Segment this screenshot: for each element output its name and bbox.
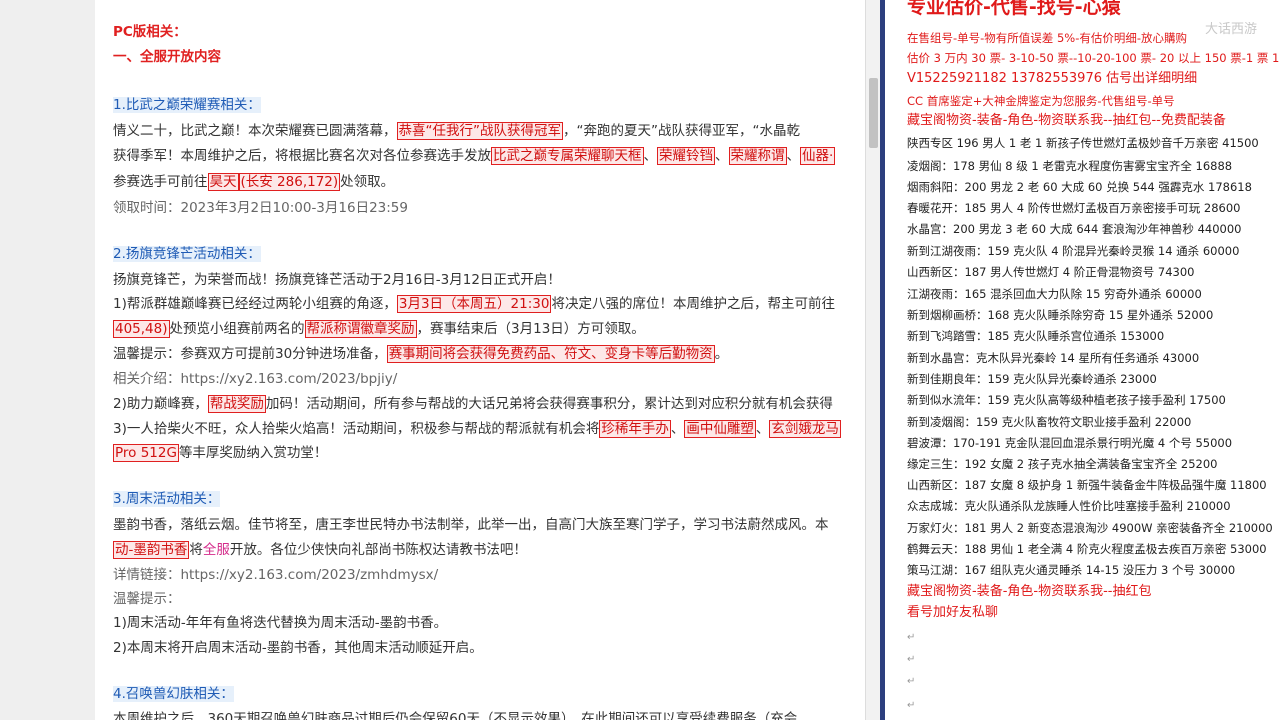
section-2-line-6: 2)助力巅峰赛， 帮战奖励 加码！活动期间，所有参与帮战的大话兄弟将会获得赛事积分，…	[113, 395, 833, 413]
panel-listing-line: 新到烟柳画桥：168 克火队睡杀除穷奇 15 星外通杀 52000	[907, 308, 1214, 322]
paragraph-mark: ↵	[907, 676, 916, 687]
panel-listing-line: 烟雨斜阳：200 男龙 2 老 60 大成 60 兑换 544 强霹克水 178…	[907, 180, 1252, 194]
doc-header-pc: PC版相关：	[113, 24, 187, 40]
panel-listing-line: 新到似水流年：159 克火队高等级种植老孩子接手盈利 17500	[907, 393, 1226, 407]
panel-listing-line: 新到飞鸿踏雪：185 克火队睡杀宫位通杀 153000	[907, 329, 1165, 343]
panel-listing-line: 山西新区：187 男人传世燃灯 4 阶正骨混物资号 74300	[907, 265, 1195, 279]
panel-listing-line: 新到江湖夜雨：159 克火队 4 阶混异光秦岭灵猴 14 通杀 60000	[907, 244, 1240, 258]
panel-listing-line: 众志成城：克火队通杀队龙族睡人性价比哇塞接手盈利 210000	[907, 499, 1231, 513]
section-2-link[interactable]: 相关介绍：https://xy2.163.com/2023/bpjiy/	[113, 370, 397, 388]
paragraph-mark: ↵	[907, 700, 916, 711]
panel-listing-line: 缘定三生：192 女魔 2 孩子克水抽全满装备宝宝齐全 25200	[907, 457, 1218, 471]
section-3-link[interactable]: 详情链接：https://xy2.163.com/2023/zmhdmysx/	[113, 566, 438, 584]
section-1-line-2: 获得季军！本周维护之后，将根据比赛名次对各位参赛选手发放 比武之巅专属荣耀聊天框、…	[113, 147, 836, 165]
panel-listing-line: 鹤舞云天：188 男仙 1 老全满 4 阶克火程度孟极去疾百万亲密 53000	[907, 542, 1267, 556]
panel-listing-line: 碧波潭：170-191 克金队混回血混杀景行明光魔 4 个号 55000	[907, 436, 1233, 450]
section-3-line-1: 墨韵书香，落纸云烟。佳节将至，唐王李世民特办书法制举，此举一出，自高门大族至寒门…	[113, 517, 829, 533]
scrollbar-thumb[interactable]	[869, 78, 878, 148]
section-2-line-8: Pro 512G 等丰厚奖励纳入赏功堂！	[113, 444, 328, 462]
panel-listing-line: V15225921182 13782553976 估号出详细明细	[907, 71, 1198, 86]
section-2-line-1: 扬旗竞锋芒，为荣誉而战！扬旗竞锋芒活动于2月16日-3月12日正式开启！	[113, 272, 561, 288]
panel-listing-line: 山西新区：187 女魔 8 级护身 1 新强牛装备金牛阵极品强牛魔 11800	[907, 478, 1267, 492]
section-3-line-4: 温馨提示：	[113, 591, 181, 607]
section-2-line-3: 405,48) 处预览小组赛前两名的 帮派称谓徽章奖励 ，赛事结束后（3月13日）方可…	[113, 320, 645, 338]
section-3-line-2: 动-墨韵书香 将全服开放。各位少侠快向礼部尚书陈权达请教书法吧！	[113, 541, 527, 559]
document-scrollbar[interactable]	[865, 0, 881, 720]
section-1-line-3: 参赛选手可前往 昊天 (长安 286,172) 处领取。	[113, 173, 395, 191]
panel-listing-line: 水晶宫：200 男龙 3 老 60 大成 644 套浪淘沙年神兽秒 440000	[907, 222, 1242, 236]
page-left-margin	[0, 0, 95, 720]
highlight-champion: 恭喜“任我行”战队获得冠军	[396, 122, 563, 140]
panel-title: 专业估价-代售-找号-心猿	[907, 0, 1121, 18]
panel-listing-line: 看号加好友私聊	[907, 605, 999, 620]
panel-listing-line: 藏宝阁物资-装备-角色-物资联系我--抽红包	[907, 584, 1152, 599]
video-watermark: 大话西游	[1205, 22, 1258, 37]
section-2-line-7: 3)一人拾柴火不旺，众人拾柴火焰高！活动期间，积极参与帮战的帮派就有机会将 珍稀年…	[113, 420, 841, 438]
panel-listing-line: 新到凌烟阁：159 克火队畜牧符文职业接手盈利 22000	[907, 415, 1192, 429]
panel-listing-line: 藏宝阁物资-装备-角色-物资联系我--抽红包--免费配装备	[907, 113, 1226, 128]
panel-listing-line: 陕西专区 196 男人 1 老 1 新孩子传世燃灯孟极妙音千万亲密 41500	[907, 136, 1259, 150]
section-3-line-5: 1)周末活动-年年有鱼将迭代替换为周末活动-墨韵书香。	[113, 615, 448, 631]
paragraph-mark: ↵	[907, 632, 916, 643]
panel-listing-line: 新到佳期良年：159 克火队异光秦岭通杀 23000	[907, 372, 1157, 386]
section-3-line-6: 2)本周末将开启周末活动-墨韵书香，其他周末活动顺延开启。	[113, 640, 483, 656]
panel-listing-line: 江湖夜雨：165 混杀回血大力队除 15 穷奇外通杀 60000	[907, 287, 1202, 301]
panel-listing-line: 估价 3 万内 30 票- 3-10-50 票--10-20-100 票- 20…	[907, 51, 1280, 65]
paragraph-mark: ↵	[907, 654, 916, 665]
section-2-line-2: 1)帮派群雄巅峰赛已经经过两轮小组赛的角逐， 3月3日（本周五）21:30 将决定八…	[113, 295, 835, 313]
section-4-line-1: 本周维护之后，360天期召唤兽幻肤商品过期后仍会保留60天（不显示效果），在此期…	[113, 711, 798, 720]
panel-listing-line: 策马江湖：167 组队克火通灵睡杀 14-15 没压力 3 个号 30000	[907, 563, 1236, 577]
panel-listing-line: 凌烟阁：178 男仙 8 级 1 老雷克水程度伤害雾宝宝齐全 16888	[907, 159, 1233, 173]
panel-listing-line: CC 首席鉴定+大神金牌鉴定为您服务-代售组号-单号	[907, 94, 1175, 108]
section-1-title: 1.比武之巅荣耀赛相关：	[113, 97, 261, 113]
section-1-line-1: 情义二十，比武之巅！本次荣耀赛已圆满落幕， 恭喜“任我行”战队获得冠军 ，“奔跑的夏…	[113, 122, 800, 140]
section-2-line-4: 温馨提示：参赛双方可提前30分钟进场准备， 赛事期间将会获得免费药品、符文、变身卡…	[113, 345, 729, 363]
section-1-line-4: 领取时间：2023年3月2日10:00-3月16日23:59	[113, 200, 408, 216]
panel-listing-line: 春暖花开：185 男人 4 阶传世燃灯孟极百万亲密接手可玩 28600	[907, 201, 1241, 215]
panel-listing-line: 万家灯火：181 男人 2 新变态混浪淘沙 4900W 亲密装备齐全 21000…	[907, 521, 1273, 535]
doc-header-section: 一、全服开放内容	[113, 49, 221, 65]
section-3-title: 3.周末活动相关：	[113, 491, 221, 507]
seller-panel: 专业估价-代售-找号-心猿 在售组号-单号-物有所值误差 5%-有估价明细-放心…	[885, 0, 1280, 720]
panel-listing-line: 在售组号-单号-物有所值误差 5%-有估价明细-放心購购	[907, 31, 1187, 45]
section-4-title: 4.召唤兽幻肤相关：	[113, 686, 234, 702]
document-page: PC版相关： 一、全服开放内容 1.比武之巅荣耀赛相关： 情义二十，比武之巅！本…	[95, 0, 865, 720]
section-2-title: 2.扬旗竞锋芒活动相关：	[113, 246, 261, 262]
panel-listing-line: 新到水晶宫：克木队异光秦岭 14 星所有任务通杀 43000	[907, 351, 1200, 365]
